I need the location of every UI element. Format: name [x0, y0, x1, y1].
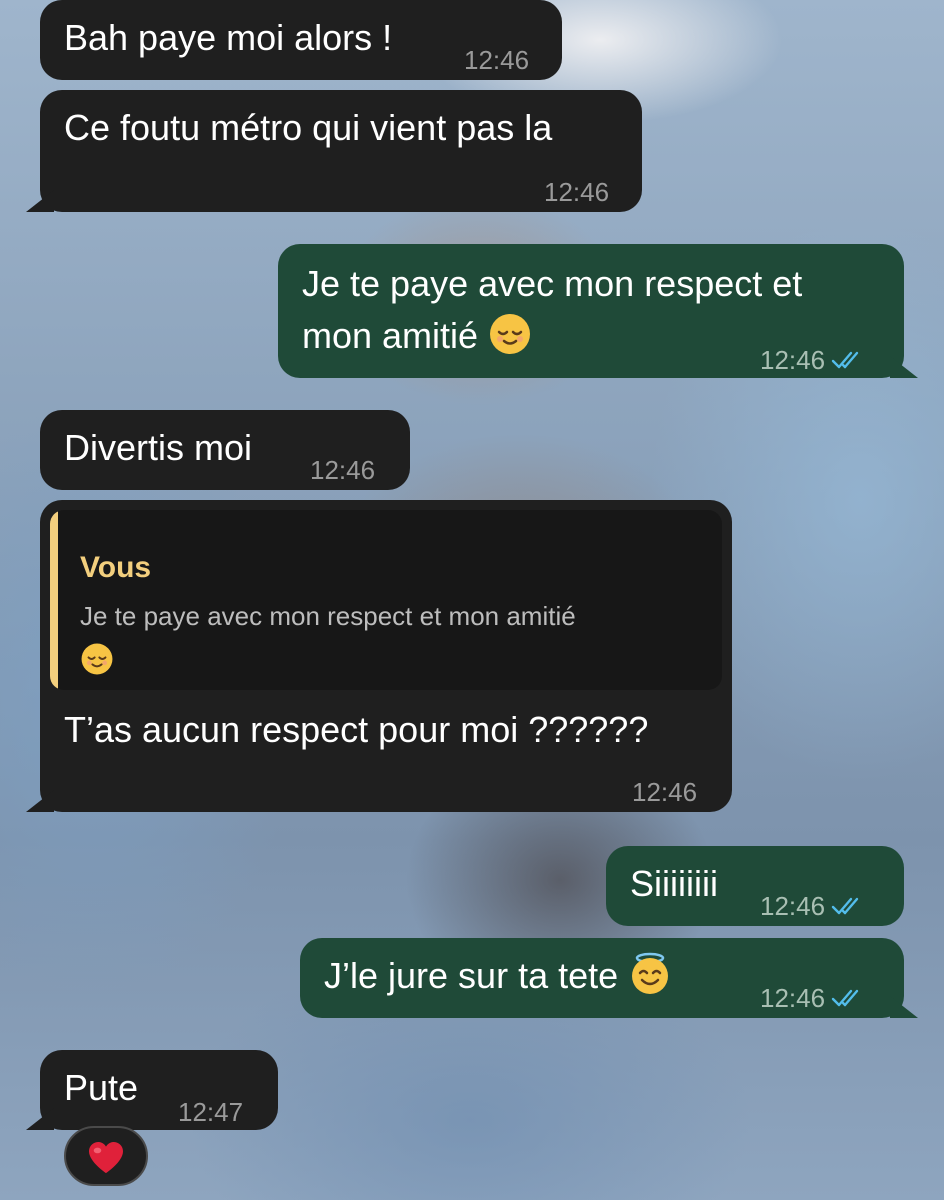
reply-message[interactable]: Vous Je te paye avec mon respect et mon … — [40, 500, 732, 812]
read-receipt-icon — [831, 897, 859, 915]
quote-accent-bar — [50, 510, 58, 690]
message-text: T’as aucun respect pour moi ?????? — [64, 709, 649, 750]
message-text: Bah paye moi alors ! — [64, 17, 393, 58]
message-time: 12:46 — [310, 455, 376, 485]
incoming-message[interactable]: Pute 12:47 — [40, 1050, 278, 1130]
relieved-face-icon — [81, 643, 113, 675]
quote-author: Vous — [80, 551, 152, 584]
message-time: 12:47 — [178, 1097, 244, 1127]
message-time: 12:46 — [632, 777, 698, 807]
heart-reaction[interactable] — [64, 1126, 148, 1186]
message-time: 12:46 — [760, 983, 826, 1013]
message-time-status: 12:46 — [760, 334, 865, 386]
incoming-message[interactable]: Bah paye moi alors ! 12:46 — [40, 0, 562, 80]
message-list[interactable]: Bah paye moi alors ! 12:46 Ce foutu métr… — [0, 0, 944, 1200]
message-text: Siiiiiiii — [630, 863, 718, 904]
message-time: 12:46 — [464, 45, 530, 75]
message-time-status: 12:46 — [760, 880, 865, 932]
quoted-message[interactable]: Vous Je te paye avec mon respect et mon … — [50, 510, 722, 690]
message-time: 12:46 — [544, 177, 610, 207]
read-receipt-icon — [831, 989, 859, 1007]
outgoing-message[interactable]: J’le jure sur ta tete 12:46 — [300, 938, 904, 1018]
message-text-line: Je te paye avec mon respect et — [302, 263, 803, 304]
message-text-line: mon amitié — [302, 310, 532, 362]
message-text: Ce foutu métro qui vient pas la — [64, 107, 553, 148]
relieved-face-icon — [490, 314, 531, 354]
message-time: 12:46 — [760, 345, 826, 375]
message-text: J’le jure sur ta tete — [324, 955, 619, 996]
message-text: Pute — [64, 1067, 139, 1108]
outgoing-message[interactable]: Je te paye avec mon respect et mon amiti… — [278, 244, 904, 378]
message-text-line: J’le jure sur ta tete — [324, 950, 672, 1002]
message-text: mon amitié — [302, 315, 479, 356]
incoming-message[interactable]: Ce foutu métro qui vient pas la 12:46 — [40, 90, 642, 212]
message-text: Divertis moi — [64, 427, 253, 468]
message-time: 12:46 — [760, 891, 826, 921]
incoming-message[interactable]: Divertis moi 12:46 — [40, 410, 410, 490]
quote-text: Je te paye avec mon respect et mon amiti… — [80, 601, 576, 631]
read-receipt-icon — [831, 351, 859, 369]
outgoing-message[interactable]: Siiiiiiii 12:46 — [606, 846, 904, 926]
heart-icon — [89, 1141, 123, 1174]
smiling-face-with-halo-icon — [632, 952, 669, 994]
message-time-status: 12:46 — [760, 972, 865, 1024]
